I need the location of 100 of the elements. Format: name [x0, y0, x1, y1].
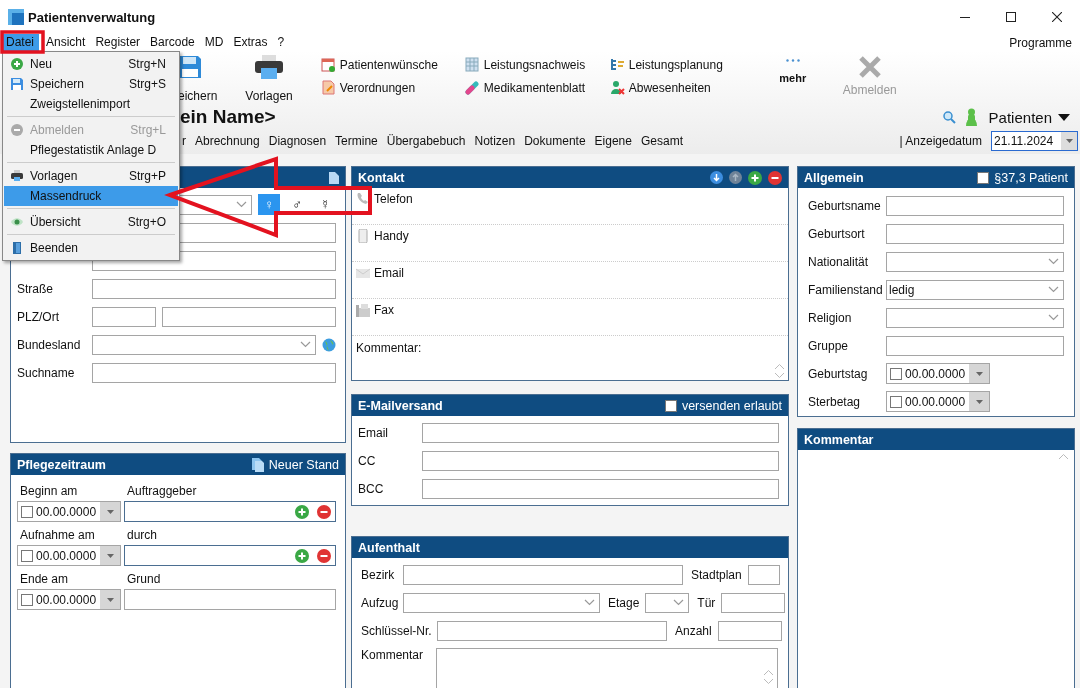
text-field[interactable] [886, 195, 1064, 216]
dropdown-button[interactable] [969, 392, 989, 411]
text-field[interactable] [162, 306, 336, 327]
plus-icon[interactable] [748, 170, 762, 185]
text-field[interactable] [422, 450, 779, 471]
toolbar-link[interactable]: Verordnungen [320, 79, 465, 96]
text-field[interactable] [92, 278, 336, 299]
maximize-icon[interactable] [1006, 12, 1016, 22]
checkbox[interactable] [890, 367, 902, 380]
dropdown[interactable] [92, 334, 316, 355]
scroll-down-icon[interactable] [764, 679, 773, 684]
toolbar-button[interactable]: eichern [178, 55, 218, 103]
checkbox[interactable] [977, 171, 990, 184]
chevron-icon [1048, 258, 1059, 265]
toolbar-link[interactable]: Patientenwünsche [320, 56, 465, 73]
toolbar-link[interactable]: Leistungsplanung [609, 56, 778, 73]
checkbox[interactable] [21, 593, 33, 606]
text-field[interactable] [92, 362, 336, 383]
dropdown-button[interactable] [100, 546, 120, 565]
text-field[interactable] [886, 223, 1064, 244]
dropdown-button[interactable] [969, 364, 989, 383]
checkbox[interactable] [664, 399, 677, 412]
scroll-down-icon[interactable] [775, 373, 784, 378]
text-field[interactable] [124, 501, 336, 522]
text-field[interactable] [403, 564, 683, 585]
more-button[interactable]: mehr [777, 59, 808, 84]
checkbox[interactable] [890, 395, 902, 408]
scroll-up-icon[interactable] [1059, 454, 1068, 459]
text-field[interactable] [747, 564, 780, 585]
document-icon[interactable] [329, 171, 339, 184]
text-field[interactable] [124, 589, 336, 610]
new-version-link[interactable]: Neuer Stand [268, 457, 339, 472]
minus-icon[interactable] [317, 504, 331, 519]
menu-item[interactable]: Barcode [145, 34, 200, 51]
dropdown[interactable] [886, 251, 1064, 272]
text-field[interactable] [437, 620, 667, 641]
menu-item[interactable]: Beenden [4, 238, 178, 258]
gender-button[interactable]: ☿ [314, 194, 336, 215]
search-icon[interactable] [942, 110, 956, 124]
date-field[interactable]: 00.00.0000 [17, 545, 121, 566]
text-field[interactable] [886, 335, 1064, 356]
dropdown[interactable] [886, 307, 1064, 328]
menu-item[interactable]: Übersicht Strg+O [4, 212, 178, 232]
menu-item[interactable]: Massendruck [4, 186, 178, 206]
dropdown[interactable]: ledig [886, 279, 1064, 300]
gender-button[interactable]: ♂ [286, 194, 308, 215]
toolbar-link[interactable]: Abwesenheiten [609, 79, 778, 96]
menu-item[interactable]: Ansicht [41, 34, 91, 51]
date-field[interactable]: 00.00.0000 [886, 391, 990, 412]
dropdown-button[interactable] [1061, 132, 1077, 150]
minimize-icon[interactable] [960, 16, 970, 18]
close-icon[interactable] [1052, 12, 1062, 22]
menu-item[interactable]: Neu Strg+N [4, 54, 178, 74]
text-field[interactable] [717, 620, 782, 641]
menu-item[interactable]: ? [272, 34, 290, 51]
menu-item[interactable]: Zweigstellenimport [4, 94, 178, 114]
menu-item[interactable]: Extras [228, 34, 273, 51]
menu-item[interactable]: Programme [1009, 35, 1080, 50]
text-field[interactable] [124, 545, 336, 566]
tab[interactable]: Notizen [474, 132, 516, 150]
text-area[interactable] [436, 648, 778, 688]
tab[interactable]: Dokumente [524, 132, 586, 150]
tab[interactable]: Eigene [594, 132, 632, 150]
toolbar-button[interactable]: Vorlagen [245, 55, 293, 103]
down-arrow-icon[interactable] [710, 171, 723, 184]
checkbox[interactable] [21, 549, 33, 562]
globe-icon[interactable] [322, 337, 336, 352]
text-field[interactable] [422, 478, 779, 499]
scroll-up-icon[interactable] [775, 364, 784, 369]
date-field[interactable]: 00.00.0000 [886, 363, 990, 384]
tab[interactable]: Gesamt [640, 132, 683, 150]
tab[interactable]: Übergabebuch [386, 132, 466, 150]
text-field[interactable] [422, 422, 779, 443]
menu-item[interactable]: Pflegestatistik Anlage D [4, 140, 178, 160]
menu-item[interactable]: MD [199, 34, 229, 51]
dropdown[interactable] [645, 592, 690, 613]
menu-item[interactable]: Register [90, 34, 146, 51]
person-icon[interactable] [965, 108, 977, 126]
menu-item[interactable]: Vorlagen Strg+P [4, 166, 178, 186]
toolbar-link[interactable]: Medikamentenblatt [464, 79, 610, 96]
up-arrow-icon[interactable] [729, 171, 742, 184]
list-selector[interactable]: Patienten [988, 108, 1070, 126]
menu-item[interactable]: Speichern Strg+S [4, 74, 178, 94]
checkbox[interactable] [21, 505, 33, 518]
dropdown-button[interactable] [100, 590, 120, 609]
toolbar-link[interactable]: Leistungsnachweis [464, 56, 610, 73]
tab[interactable]: Diagnosen [268, 132, 327, 150]
date-field[interactable]: 00.00.0000 [17, 501, 121, 522]
tab[interactable]: Abrechnung [195, 132, 260, 150]
date-field[interactable]: 00.00.0000 [17, 589, 121, 610]
text-field[interactable] [92, 306, 156, 327]
dropdown[interactable] [403, 592, 600, 613]
text-field[interactable] [721, 592, 786, 613]
minus-icon[interactable] [317, 548, 331, 563]
tab[interactable]: Termine [335, 132, 378, 150]
dropdown-button[interactable] [100, 502, 120, 521]
scroll-up-icon[interactable] [764, 670, 773, 675]
tab[interactable]: r [182, 132, 186, 150]
date-field[interactable]: 21.11.2024 [991, 131, 1078, 151]
minus-icon[interactable] [768, 170, 782, 185]
